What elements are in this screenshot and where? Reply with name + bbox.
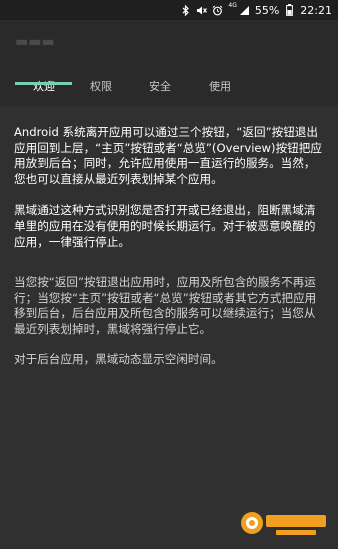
active-tab-indicator	[15, 82, 72, 85]
battery-percent: 55%	[254, 3, 280, 17]
status-bar: 4G 55% 22:21	[0, 0, 338, 20]
app-header: ▬▬▬ 欢迎 权限 安全 使用	[0, 20, 338, 106]
mute-icon	[196, 4, 208, 16]
intro-paragraph: Android 系统离开应用可以通过三个按钮，“返回”按钮退出应用回到上层，“主…	[14, 125, 322, 186]
site-logo	[238, 507, 330, 539]
welcome-content: Android 系统离开应用可以通过三个按钮，“返回”按钮退出应用回到上层，“主…	[14, 125, 324, 367]
alarm-icon	[212, 4, 223, 16]
bluetooth-icon	[180, 4, 191, 16]
tab-usage[interactable]: 使用	[187, 72, 253, 106]
clock: 22:21	[300, 3, 332, 17]
status-icons: 4G 55% 22:21	[180, 2, 332, 18]
detection-paragraph: 黑域通过这种方式识别您是否打开或已经退出，阻断黑域清单里的应用在没有使用的时候长…	[14, 203, 316, 249]
idle-time-paragraph: 对于后台应用，黑域动态显示空闲时间。	[14, 351, 223, 366]
tab-permissions[interactable]: 权限	[68, 72, 134, 106]
behavior-paragraph: 当您按“返回”按钮退出应用时，应用及所包含的服务不再运行；当您按“主页”按钮或者…	[14, 275, 317, 336]
app-title-placeholder: ▬▬▬	[15, 34, 55, 50]
network-type: 4G	[228, 2, 237, 9]
signal-icon	[239, 4, 250, 16]
battery-icon	[284, 4, 295, 16]
tab-bar: 欢迎 权限 安全 使用	[0, 72, 338, 106]
tab-security[interactable]: 安全	[127, 72, 193, 106]
